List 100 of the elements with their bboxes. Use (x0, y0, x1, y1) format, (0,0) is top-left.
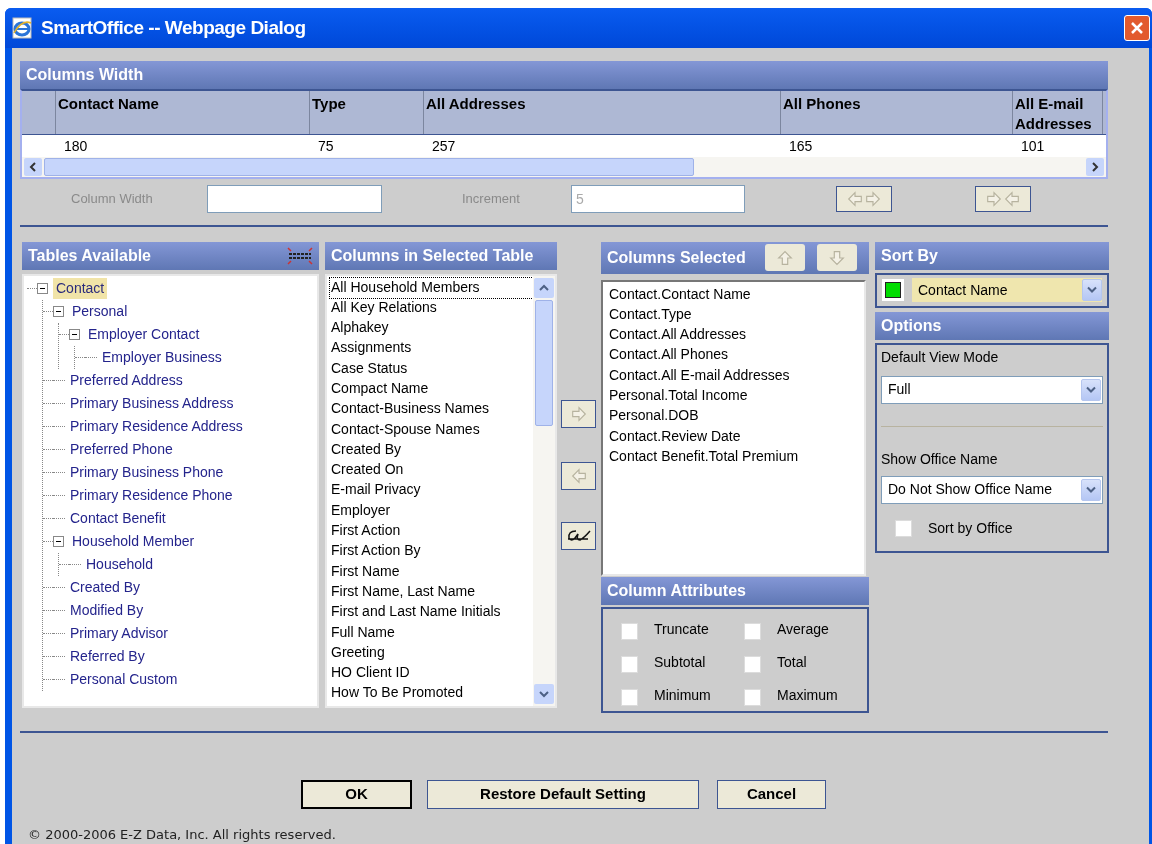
scroll-thumb[interactable] (44, 157, 694, 176)
list-item[interactable]: First Name, Last Name (330, 581, 533, 603)
tree-item[interactable]: Primary Business Phone (67, 461, 227, 483)
tree-item[interactable]: Employer Business (99, 346, 225, 368)
horizontal-scrollbar[interactable] (22, 156, 1106, 177)
collapse-all-icon[interactable] (287, 246, 313, 265)
dialog-button[interactable]: Restore Default Setting (427, 779, 699, 809)
list-item[interactable]: Contact.Type (609, 303, 864, 325)
list-item[interactable]: Alphakey (330, 318, 533, 339)
list-item[interactable]: Compact Name (330, 379, 533, 400)
field-label: Show Office Name (881, 449, 999, 469)
list-item[interactable]: Full Name (330, 622, 533, 643)
list-item[interactable]: Assignments (330, 338, 533, 359)
add-column-button[interactable] (561, 399, 596, 428)
rename-button[interactable] (561, 521, 596, 550)
checkbox[interactable] (621, 689, 638, 707)
sort-by-dropdown[interactable]: Contact Name (912, 278, 1102, 302)
list-item[interactable]: Created By (330, 439, 533, 461)
widen-button[interactable] (836, 185, 892, 212)
column-header: All Addresses (424, 90, 781, 134)
tree-item[interactable]: Primary Residence Address (67, 415, 246, 437)
list-item[interactable]: All Key Relations (330, 297, 533, 319)
list-item[interactable]: Contact-Business Names (330, 399, 533, 420)
left-arrow-icon (569, 466, 588, 485)
list-item[interactable]: Contact.Contact Name (609, 283, 864, 304)
tree-item[interactable]: Created By (67, 576, 144, 598)
list-item[interactable]: E-mail Privacy (330, 480, 533, 501)
tree-item[interactable]: Preferred Phone (67, 438, 176, 460)
list-item[interactable]: Contact.All Addresses (609, 324, 864, 345)
list-item[interactable]: All Household Members (330, 277, 533, 298)
list-item[interactable]: Contact.All Phones (609, 344, 864, 365)
tree-item[interactable]: Personal Custom (67, 668, 181, 690)
scroll-down-icon[interactable] (534, 683, 554, 704)
remove-column-button[interactable] (561, 461, 596, 490)
checkbox[interactable] (744, 622, 761, 640)
checkbox[interactable] (621, 622, 638, 640)
checkbox[interactable] (895, 519, 912, 537)
list-item[interactable]: Contact.Review Date (609, 425, 864, 446)
section-header: Columns Width (20, 60, 1108, 89)
right-arrow-icon (985, 189, 1003, 208)
scroll-right-icon[interactable] (1086, 157, 1104, 176)
table-cell-text: 75 (317, 136, 335, 156)
ascending-indicator-icon[interactable] (882, 279, 904, 301)
checkbox[interactable] (744, 655, 761, 673)
tree-item[interactable]: Primary Advisor (67, 622, 172, 644)
scroll-up-icon[interactable] (534, 277, 554, 298)
list-item[interactable]: Created On (330, 460, 533, 481)
field-label: Default View Mode (881, 347, 1000, 367)
list-item[interactable]: Contact-Spouse Names (330, 419, 533, 440)
down-arrow-icon (828, 248, 846, 267)
vertical-scrollbar[interactable] (533, 275, 555, 706)
list-item[interactable]: Personal.DOB (609, 405, 864, 426)
checkbox-label: Sort by Office (928, 518, 1013, 538)
section-title: Columns Selected (607, 247, 746, 268)
section-header: Columns in Selected Table (325, 241, 557, 270)
tree-item[interactable]: Preferred Address (67, 369, 186, 391)
signature-icon (565, 527, 592, 544)
tree-item[interactable]: Modified By (67, 599, 147, 621)
tree-item[interactable]: Primary Residence Phone (67, 484, 236, 506)
tree-item[interactable]: Household (83, 553, 156, 575)
list-item[interactable]: First Name (330, 561, 533, 582)
list-item[interactable]: Contact.All E-mail Addresses (609, 364, 864, 385)
checkbox-label: Average (777, 619, 829, 639)
list-item[interactable]: First Action (330, 521, 533, 542)
tree-item[interactable]: Contact (53, 277, 108, 299)
list-item[interactable]: HO Client ID (330, 663, 533, 684)
tree-item[interactable]: Employer Contact (85, 323, 203, 345)
list-item[interactable]: Case Status (330, 358, 533, 379)
tree-item[interactable]: Personal (69, 300, 131, 322)
column-width-label: Column Width (71, 189, 154, 208)
view-mode-dropdown[interactable]: Full (881, 375, 1103, 404)
list-item[interactable]: Greeting (330, 642, 533, 664)
tree-item[interactable]: Primary Business Address (67, 392, 237, 414)
list-item[interactable]: First and Last Name Initials (330, 602, 533, 623)
scroll-left-icon[interactable] (24, 157, 42, 176)
collapse-icon[interactable] (37, 282, 48, 294)
office-name-dropdown[interactable]: Do Not Show Office Name (881, 475, 1103, 504)
collapse-icon[interactable] (69, 328, 80, 340)
collapse-icon[interactable] (53, 305, 64, 317)
right-arrow-icon (569, 404, 588, 423)
collapse-icon[interactable] (53, 535, 64, 547)
list-item[interactable]: How To Be Promoted (330, 683, 533, 704)
close-button[interactable] (1124, 14, 1150, 41)
table-cell-text: 257 (431, 136, 457, 156)
dialog-button[interactable]: Cancel (717, 779, 826, 809)
scroll-thumb[interactable] (535, 299, 553, 426)
tree-item[interactable]: Contact Benefit (67, 507, 169, 529)
right-arrow-icon (864, 189, 882, 208)
dialog-button[interactable]: OK (301, 779, 412, 809)
column-width-field[interactable] (207, 184, 382, 213)
tree-item[interactable]: Household Member (69, 530, 198, 552)
narrow-button[interactable] (975, 185, 1031, 212)
checkbox[interactable] (744, 689, 761, 707)
checkbox[interactable] (621, 655, 638, 673)
list-item[interactable]: First Action By (330, 541, 533, 562)
list-item[interactable]: Employer (330, 500, 533, 522)
tree-item[interactable]: Referred By (67, 645, 148, 667)
list-item[interactable]: Contact Benefit.Total Premium (609, 445, 864, 467)
list-item[interactable]: Personal.Total Income (609, 385, 864, 406)
section-header: Column Attributes (601, 576, 869, 605)
